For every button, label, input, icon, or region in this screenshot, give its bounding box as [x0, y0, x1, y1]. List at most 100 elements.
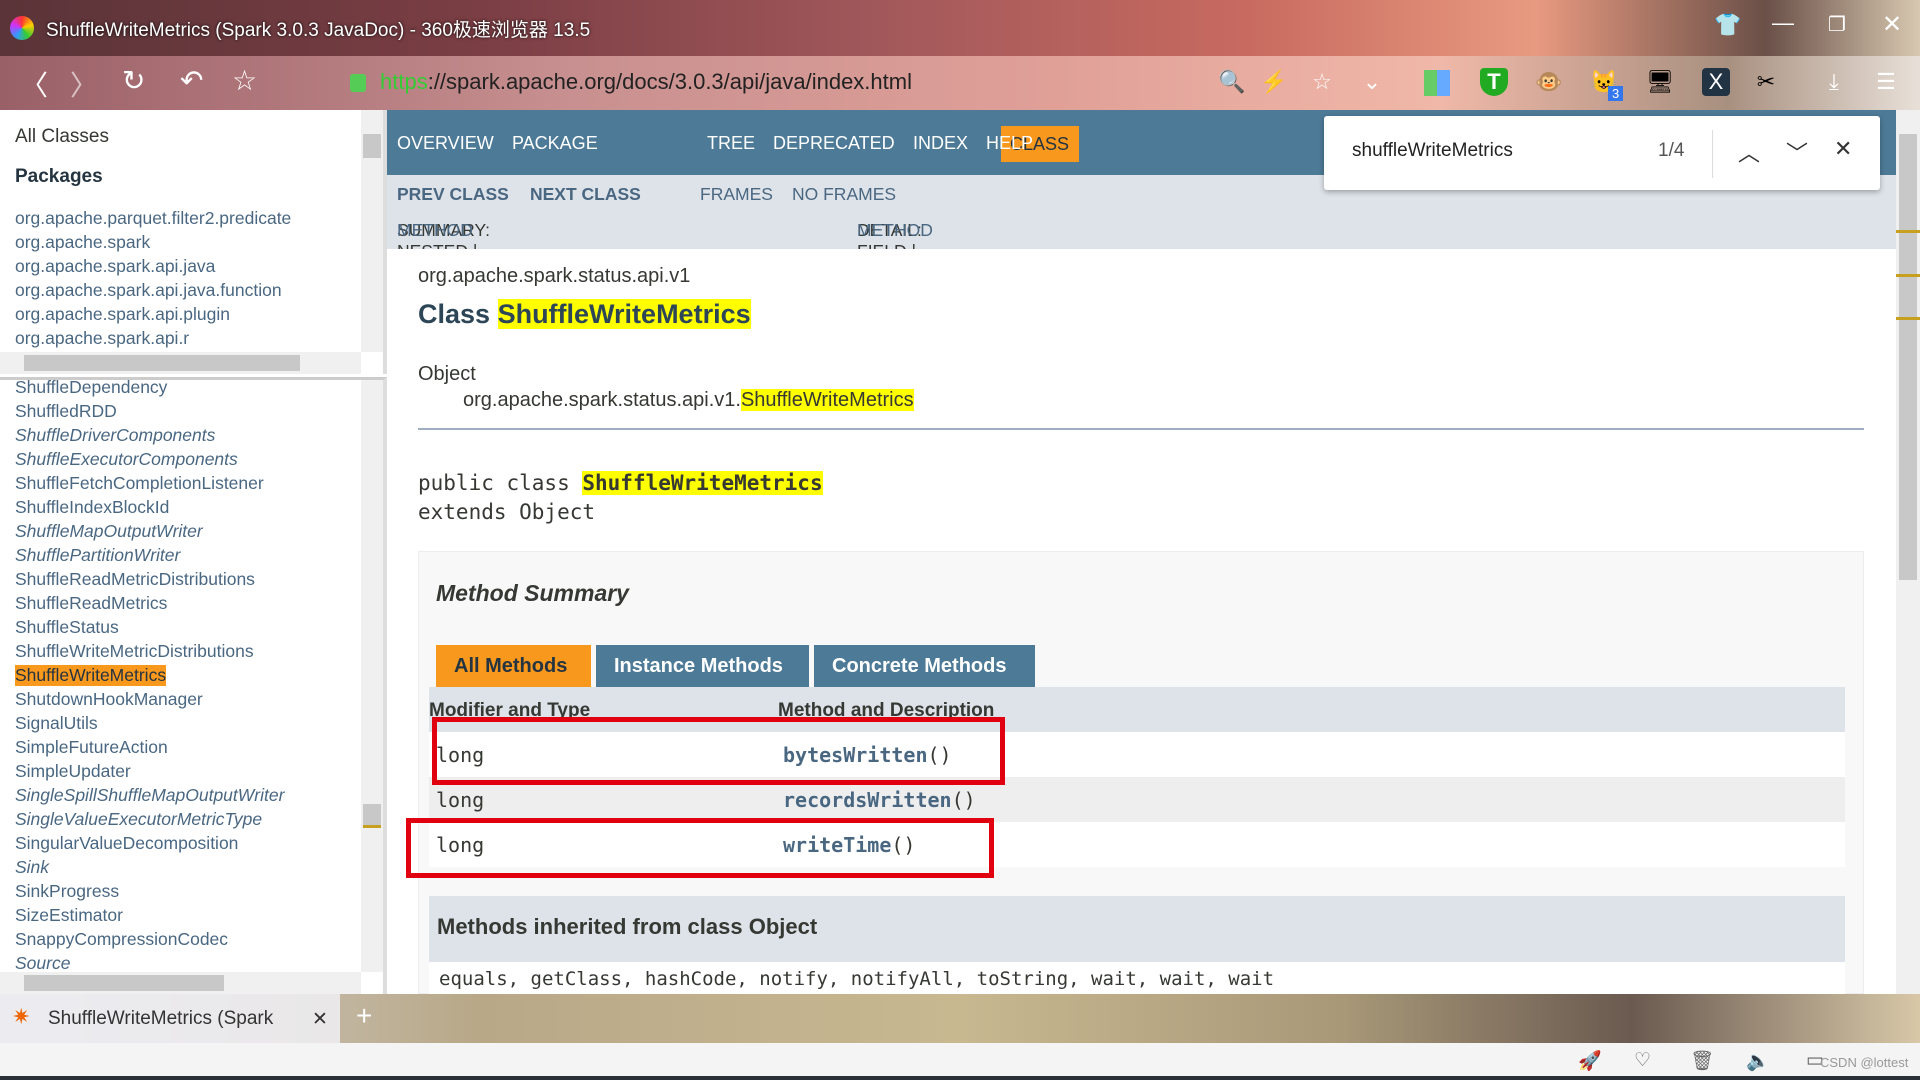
restore-icon[interactable]: ❐	[1828, 12, 1846, 37]
find-close-icon[interactable]: ✕	[1834, 136, 1852, 162]
next-class-link[interactable]: NEXT CLASS	[530, 184, 641, 205]
tab-concrete-methods[interactable]: Concrete Methods	[814, 645, 1035, 687]
lightning-icon[interactable]: ⚡	[1260, 68, 1288, 96]
class-link[interactable]: SingleValueExecutorMetricType	[15, 809, 262, 830]
browser-toolbar: 〈 〉 ↻ ↶ ☆ https://spark.apache.org/docs/…	[0, 56, 1920, 110]
class-link[interactable]: Sink	[15, 857, 49, 878]
class-link[interactable]: ShuffleFetchCompletionListener	[15, 473, 264, 494]
nav-tree[interactable]: TREE	[707, 133, 755, 154]
inherited-heading: Methods inherited from class Object	[437, 914, 818, 939]
address-bar[interactable]: https://spark.apache.org/docs/3.0.3/api/…	[380, 69, 912, 95]
find-next-icon[interactable]: ﹀	[1786, 136, 1808, 168]
find-prev-icon[interactable]: ︿	[1738, 136, 1760, 168]
class-link[interactable]: SizeEstimator	[15, 905, 123, 926]
class-link[interactable]: SinkProgress	[15, 881, 119, 902]
vertical-scrollbar[interactable]	[361, 110, 383, 352]
class-link[interactable]: ShuffleReadMetricDistributions	[15, 569, 255, 590]
x-app-icon[interactable]: X	[1702, 68, 1730, 96]
package-name: org.apache.spark.status.api.v1	[418, 265, 691, 287]
package-link[interactable]: org.apache.spark.api.plugin	[15, 304, 230, 325]
divider	[1712, 130, 1713, 178]
class-link[interactable]: SnappyCompressionCodec	[15, 929, 228, 950]
screen-capture-icon[interactable]: 🖥	[1646, 68, 1674, 96]
rocket-icon[interactable]: 🚀	[1578, 1049, 1602, 1073]
package-link[interactable]: org.apache.spark.api.java	[15, 256, 215, 277]
detail-method-link[interactable]: METHOD	[857, 220, 933, 241]
method-link[interactable]: recordsWritten	[783, 788, 952, 812]
method-args: ()	[951, 788, 976, 812]
all-classes-link[interactable]: All Classes	[15, 126, 109, 148]
bookmark-star-icon[interactable]: ☆	[232, 64, 257, 97]
class-link[interactable]: ShuffleExecutorComponents	[15, 449, 238, 470]
horizontal-scrollbar[interactable]	[0, 972, 361, 994]
class-link[interactable]: ShuffleIndexBlockId	[15, 497, 169, 518]
class-link[interactable]: ShutdownHookManager	[15, 689, 203, 710]
download-icon[interactable]: ⤓	[1820, 68, 1848, 96]
horizontal-scrollbar[interactable]	[0, 352, 361, 374]
undo-icon[interactable]: ↶	[180, 64, 203, 97]
class-link[interactable]: ShuffleStatus	[15, 617, 119, 638]
health-icon[interactable]: ♡	[1634, 1049, 1651, 1072]
class-link[interactable]: ShuffleReadMetrics	[15, 593, 167, 614]
page-scrollbar[interactable]	[1896, 110, 1920, 994]
sound-icon[interactable]: 🔈	[1746, 1049, 1770, 1073]
class-link[interactable]: Source	[15, 953, 70, 974]
inherited-list[interactable]: equals, getClass, hashCode, notify, noti…	[439, 968, 1274, 990]
new-tab-icon[interactable]: +	[356, 1000, 372, 1032]
monkey-icon[interactable]: 🐵	[1535, 68, 1563, 96]
hierarchy-class-name: ShuffleWriteMetrics	[740, 389, 914, 411]
shield-t-icon[interactable]: T	[1480, 68, 1508, 96]
class-link[interactable]: ShuffleDependency	[15, 377, 167, 398]
frames-link[interactable]: FRAMES	[700, 184, 773, 205]
browser-tab[interactable]: ✷ ShuffleWriteMetrics (Spark ✕	[0, 994, 340, 1043]
tab-all-methods[interactable]: All Methods	[436, 645, 591, 687]
reload-icon[interactable]: ↻	[122, 64, 145, 97]
divider	[418, 428, 1864, 430]
class-link[interactable]: SimpleUpdater	[15, 761, 131, 782]
vertical-scrollbar[interactable]	[361, 380, 383, 972]
class-link[interactable]: SingleSpillShuffleMapOutputWriter	[15, 785, 284, 806]
nav-package[interactable]: PACKAGE	[512, 133, 598, 154]
chevron-down-icon[interactable]: ⌄	[1358, 68, 1386, 96]
prev-class-link[interactable]: PREV CLASS	[397, 184, 509, 205]
class-link[interactable]: SingularValueDecomposition	[15, 833, 238, 854]
minimize-icon[interactable]: —	[1772, 10, 1794, 36]
nav-index[interactable]: INDEX	[913, 133, 968, 154]
package-link[interactable]: org.apache.spark.api.java.function	[15, 280, 282, 301]
summary-method-link[interactable]: METHOD	[397, 220, 473, 241]
nav-overview[interactable]: OVERVIEW	[397, 133, 494, 154]
class-link[interactable]: ShuffledRDD	[15, 401, 117, 422]
menu-icon[interactable]: ☰	[1872, 68, 1900, 96]
packages-frame: All Classes Packages org.apache.parquet.…	[0, 110, 387, 374]
no-frames-link[interactable]: NO FRAMES	[792, 184, 896, 205]
inherited-methods: equals, getClass, hashCode, notify, noti…	[429, 962, 1845, 994]
forward-icon[interactable]: 〉	[70, 64, 98, 104]
find-input[interactable]: shuffleWriteMetrics	[1352, 140, 1513, 162]
package-link[interactable]: org.apache.spark.api.r	[15, 328, 189, 349]
package-link[interactable]: org.apache.spark	[15, 232, 150, 253]
back-icon[interactable]: 〈	[20, 64, 48, 104]
nav-deprecated[interactable]: DEPRECATED	[773, 133, 895, 154]
tab-title: ShuffleWriteMetrics (Spark	[48, 1008, 274, 1029]
close-tab-icon[interactable]: ✕	[312, 1008, 328, 1031]
scissors-icon[interactable]: ✂	[1752, 68, 1780, 96]
annotation-box	[432, 717, 1005, 785]
title-bar: ShuffleWriteMetrics (Spark 3.0.3 JavaDoc…	[0, 0, 1920, 56]
skin-icon[interactable]: 👕	[1714, 12, 1741, 38]
favorite-star-icon[interactable]: ☆	[1308, 68, 1336, 96]
class-link[interactable]: SignalUtils	[15, 713, 98, 734]
class-link[interactable]: ShuffleWriteMetrics	[15, 665, 167, 686]
find-bar: shuffleWriteMetrics 1/4 ︿ ﹀ ✕	[1324, 116, 1880, 190]
class-link[interactable]: ShuffleWriteMetricDistributions	[15, 641, 254, 662]
class-link[interactable]: ShufflePartitionWriter	[15, 545, 180, 566]
tab-instance-methods[interactable]: Instance Methods	[596, 645, 809, 687]
apps-icon[interactable]	[1424, 70, 1450, 96]
page-search-icon[interactable]: 🔍	[1218, 68, 1246, 96]
package-link[interactable]: org.apache.parquet.filter2.predicate	[15, 208, 291, 229]
class-link[interactable]: ShuffleMapOutputWriter	[15, 521, 203, 542]
trash-icon[interactable]: 🗑	[1690, 1049, 1714, 1073]
close-window-icon[interactable]: ✕	[1882, 10, 1902, 39]
nav-help[interactable]: HELP	[986, 133, 1033, 154]
class-link[interactable]: ShuffleDriverComponents	[15, 425, 215, 446]
class-link[interactable]: SimpleFutureAction	[15, 737, 168, 758]
